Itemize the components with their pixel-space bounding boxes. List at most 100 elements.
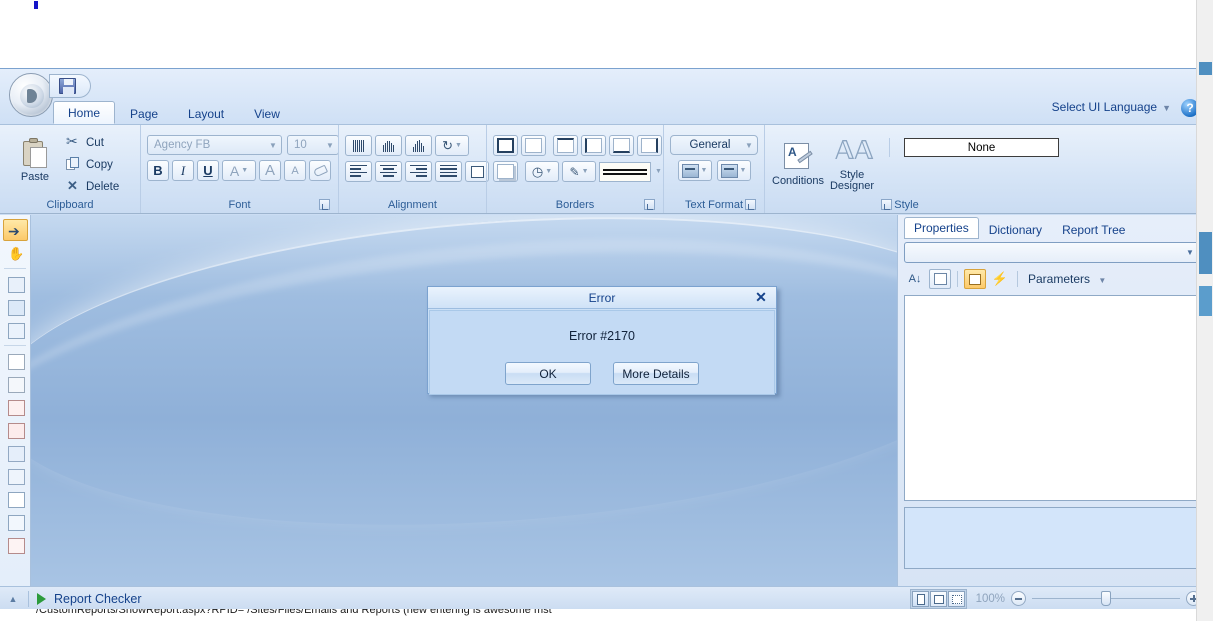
font-color-button[interactable]: A ▼ (222, 160, 256, 181)
border-top-button[interactable] (553, 135, 578, 156)
office-button[interactable] (9, 73, 53, 117)
cross-band-icon (8, 300, 25, 316)
align-justify-button[interactable] (435, 161, 462, 182)
fill-color-button[interactable]: ◷ ▼ (525, 161, 559, 182)
font-name-combo[interactable]: Agency FB ▼ (147, 135, 282, 155)
continuous-view-button[interactable] (929, 590, 947, 607)
sort-categorized-button[interactable] (929, 269, 951, 289)
border-style-picker[interactable] (599, 161, 651, 182)
zipcode-tool-button[interactable] (3, 534, 28, 556)
report-design-canvas[interactable] (31, 215, 897, 586)
view-mode-buttons (909, 588, 967, 609)
zoom-out-button[interactable] (1011, 591, 1026, 606)
tab-report-tree[interactable]: Report Tree (1052, 219, 1135, 239)
table-tool-button[interactable] (3, 373, 28, 395)
tab-layout[interactable]: Layout (173, 102, 239, 124)
shrink-font-button[interactable]: A (284, 160, 306, 181)
page-tool-button[interactable] (3, 350, 28, 372)
ribbon-group-font: Agency FB ▼ 10 ▼ B I U A ▼ A A Font (140, 125, 339, 213)
grow-font-button[interactable]: A (259, 160, 281, 181)
text-box-icon (8, 400, 25, 416)
style-designer-button[interactable]: 𝔸𝔸 Style Designer (829, 133, 875, 195)
select-tool-button[interactable]: ➔ (3, 219, 28, 241)
more-details-button[interactable]: More Details (613, 362, 699, 385)
bold-button[interactable]: B (147, 160, 169, 181)
format-number-button[interactable]: ▼ (716, 160, 751, 181)
current-style-box[interactable]: None (904, 138, 1060, 157)
zoom-slider-thumb[interactable] (1101, 591, 1111, 606)
page-view-button[interactable] (911, 590, 929, 607)
border-left-button[interactable] (581, 135, 606, 156)
text-tool-button[interactable] (3, 396, 28, 418)
format-mask-button[interactable]: ▼ (677, 160, 712, 181)
status-bar: ▲ Report Checker 100% (0, 586, 1207, 609)
band-tool-button[interactable] (3, 273, 28, 295)
parameters-dropdown[interactable]: Parameters ▼ (1028, 272, 1106, 286)
collapse-panel-button[interactable]: ▲ (0, 594, 26, 604)
object-selector-combo[interactable]: ▼ (904, 242, 1199, 263)
border-bottom-button[interactable] (609, 135, 634, 156)
font-size-value: 10 (294, 139, 307, 151)
border-right-button[interactable] (637, 135, 662, 156)
data-band-tool-button[interactable] (3, 319, 28, 341)
browser-page-scrollbar[interactable] (1196, 0, 1213, 621)
style-dialog-launcher[interactable] (881, 199, 892, 210)
sort-alphabetical-button[interactable]: A↓ (904, 269, 926, 289)
scrollbar-thumb[interactable] (1199, 286, 1212, 316)
play-icon[interactable] (37, 592, 46, 605)
thumbnail-view-button[interactable] (947, 590, 965, 607)
paste-button[interactable]: Paste (10, 129, 60, 191)
properties-toggle-button[interactable] (964, 269, 986, 289)
font-name-value: Agency FB (154, 139, 211, 151)
tab-dictionary[interactable]: Dictionary (979, 219, 1052, 239)
close-icon[interactable]: ✕ (753, 290, 769, 306)
delete-button[interactable]: Delete (64, 177, 123, 196)
align-middle-button[interactable] (375, 135, 402, 156)
cross-band-tool-button[interactable] (3, 296, 28, 318)
align-right-button[interactable] (405, 161, 432, 182)
report-checker-label[interactable]: Report Checker (54, 592, 142, 606)
copy-button[interactable]: Copy (64, 155, 123, 174)
italic-button[interactable]: I (172, 160, 194, 181)
tab-view[interactable]: View (239, 102, 295, 124)
page-icon (8, 354, 25, 370)
hand-tool-button[interactable]: ✋ (3, 242, 28, 264)
font-dialog-launcher[interactable] (319, 199, 330, 210)
all-borders-button[interactable] (493, 135, 518, 156)
save-icon[interactable] (59, 78, 76, 94)
properties-panel: Properties Dictionary Report Tree ▼ A↓ ⚡… (897, 215, 1207, 586)
text-format-combo[interactable]: General ▼ (670, 135, 758, 155)
tab-home[interactable]: Home (53, 101, 116, 124)
conditions-button[interactable]: Conditions (771, 133, 825, 195)
subreport-tool-button[interactable] (3, 511, 28, 533)
scrollbar-marker-1 (1199, 62, 1212, 75)
align-top-button[interactable] (345, 135, 372, 156)
ok-button[interactable]: OK (505, 362, 591, 385)
properties-grid[interactable] (904, 295, 1199, 501)
tab-properties[interactable]: Properties (904, 217, 979, 239)
shadow-button[interactable] (493, 161, 518, 182)
cut-button[interactable]: Cut (64, 133, 123, 152)
no-border-icon (525, 138, 542, 153)
underline-button[interactable]: U (197, 160, 219, 181)
events-toggle-button[interactable]: ⚡ (989, 269, 1011, 289)
text-format-group-label-text: Text Format (684, 199, 744, 211)
clear-formatting-button[interactable] (309, 160, 331, 181)
select-ui-language-button[interactable]: Select UI Language ▼ (1052, 100, 1171, 114)
text-format-dialog-launcher[interactable] (745, 199, 756, 210)
tab-page[interactable]: Page (115, 102, 173, 124)
checkbox-tool-button[interactable] (3, 488, 28, 510)
borders-dialog-launcher[interactable] (644, 199, 655, 210)
font-size-combo[interactable]: 10 ▼ (287, 135, 339, 155)
image-tool-button[interactable] (3, 442, 28, 464)
align-bottom-button[interactable] (405, 135, 432, 156)
text-rotation-button[interactable]: ↻ ▼ (435, 135, 469, 156)
border-color-button[interactable]: ✎ ▼ (562, 161, 596, 182)
no-border-button[interactable] (521, 135, 546, 156)
panel-tool-button[interactable] (3, 465, 28, 487)
zoom-slider[interactable] (1032, 591, 1180, 606)
rich-text-tool-button[interactable] (3, 419, 28, 441)
align-center-button[interactable] (375, 161, 402, 182)
scissors-icon (66, 133, 81, 150)
align-left-button[interactable] (345, 161, 372, 182)
